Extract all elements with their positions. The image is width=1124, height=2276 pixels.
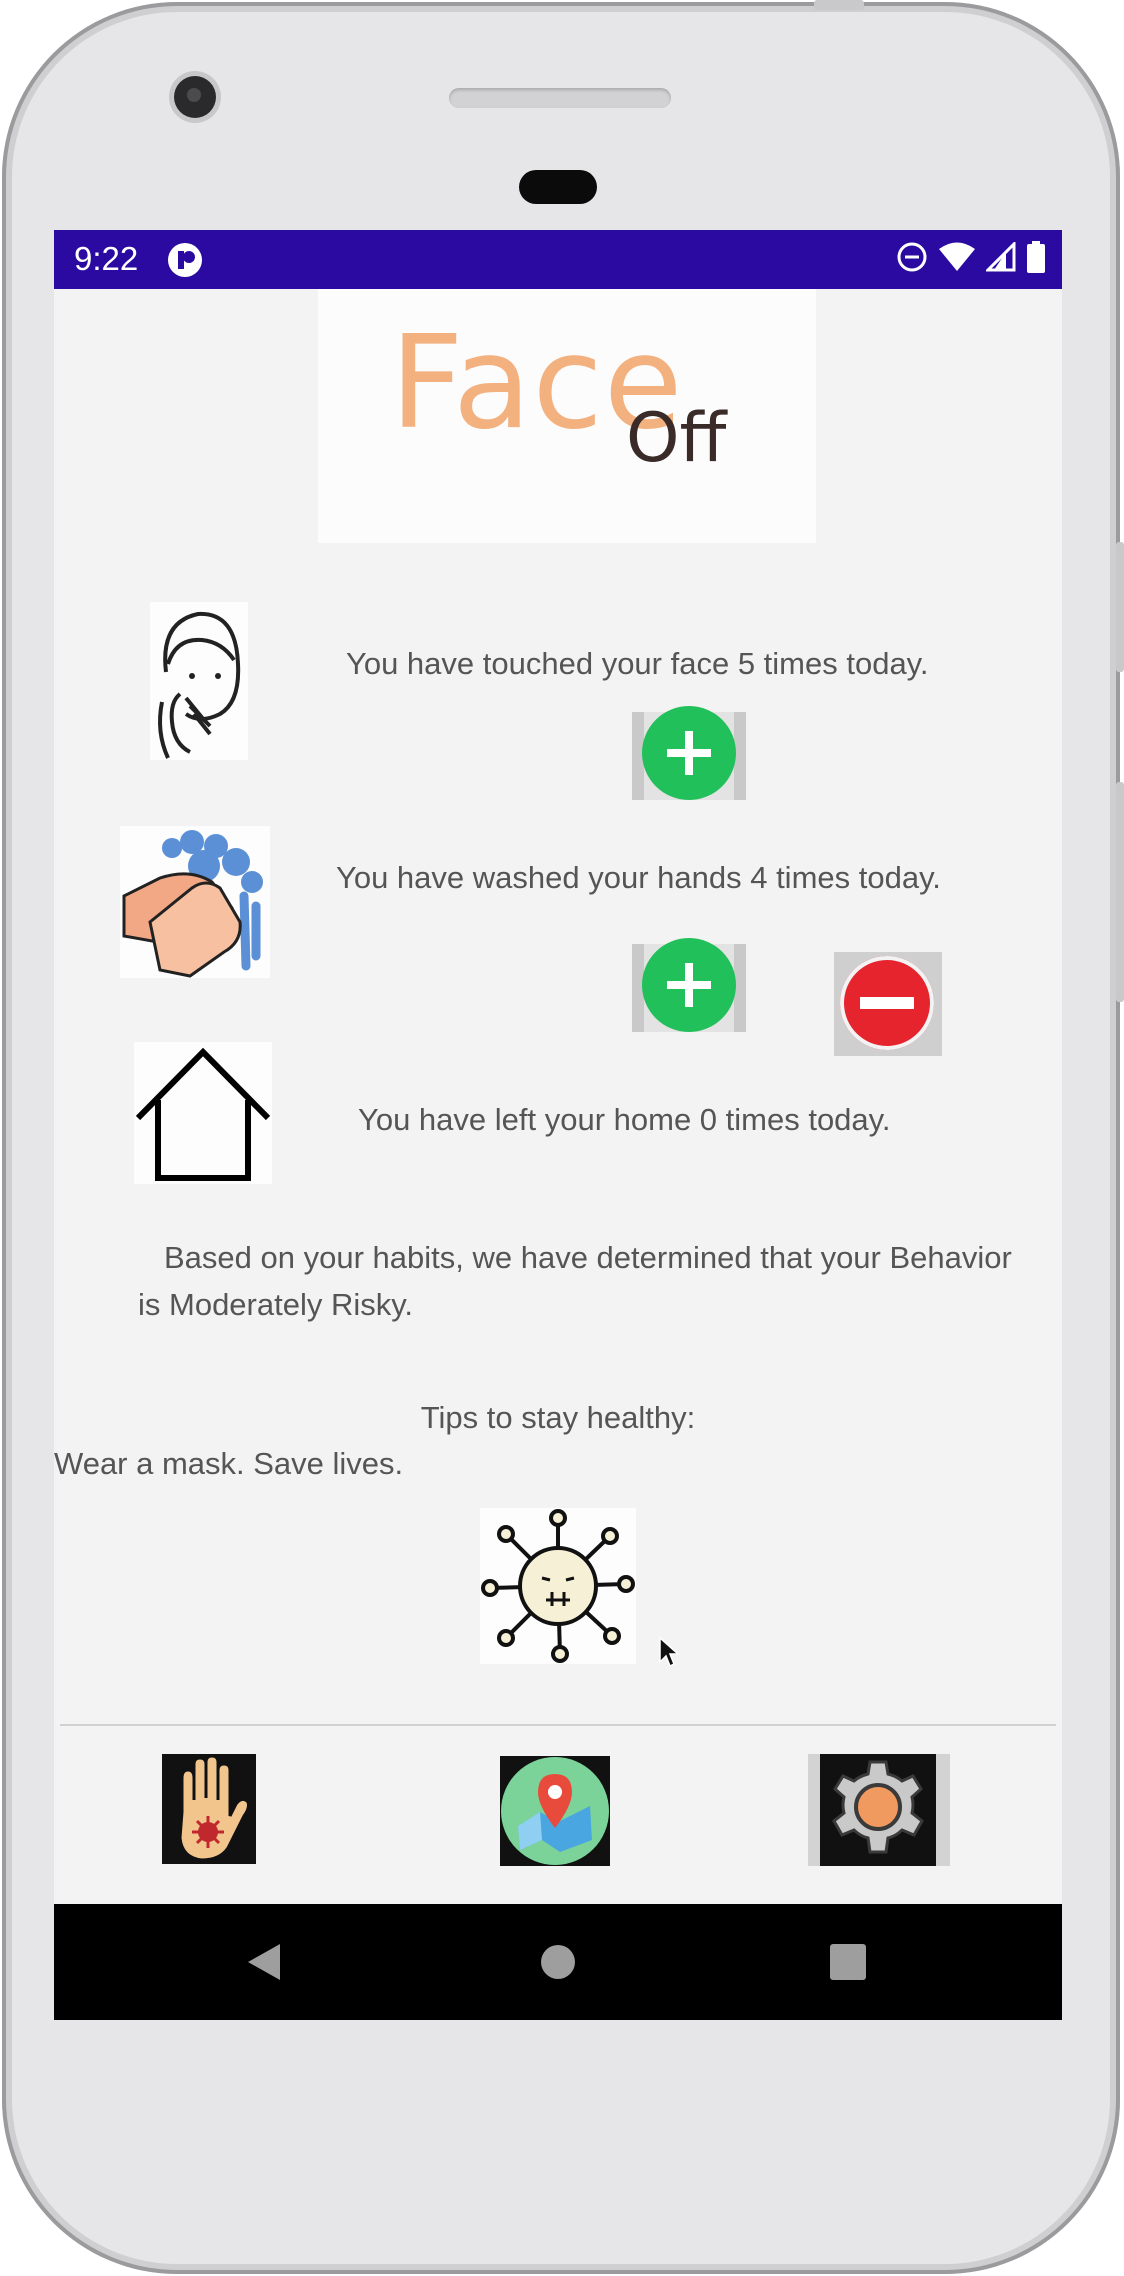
gear-icon [832,1760,924,1854]
add-hand-wash-button[interactable] [632,938,746,1032]
cell-signal-icon [986,242,1016,272]
phone-frame: 9:22 Face Off You have touched your face… [2,0,1124,2274]
nav-map-button[interactable] [500,1756,610,1866]
hand-wash-text: You have washed your hands 4 times today… [336,860,941,895]
wifi-icon [939,242,975,271]
nav-settings-button[interactable] [808,1754,950,1866]
remove-hand-wash-button[interactable] [834,952,942,1056]
earpiece-speaker [449,88,671,108]
plus-icon [642,938,736,1032]
front-camera [174,76,216,118]
home-icon [134,1042,272,1184]
system-navigation-bar [54,1904,1062,2020]
app-notification-icon [168,243,202,277]
hand-virus-icon [178,1754,250,1862]
battery-icon [1027,241,1045,273]
recents-icon[interactable] [830,1944,866,1980]
hand-wash-icon [120,826,270,978]
power-button [1116,542,1124,672]
status-bar: 9:22 [54,230,1062,289]
logo-off-text: Off [626,399,727,478]
status-icons [896,241,1046,273]
risk-summary: Based on your habits, we have determined… [138,1234,1018,1328]
do-not-disturb-icon [897,242,927,272]
plus-icon [642,706,736,800]
mouse-cursor-icon [659,1636,680,1668]
home-nav-icon[interactable] [540,1944,576,1980]
tips-body: Wear a mask. Save lives. [54,1446,404,1481]
back-icon[interactable] [246,1942,282,1982]
map-icon [501,1757,609,1865]
left-home-text: You have left your home 0 times today. [358,1102,891,1137]
virus-icon [480,1508,636,1664]
app-logo: Face Off [318,289,816,543]
face-touch-icon [150,602,248,760]
proximity-sensor [519,170,597,204]
power-button-top [814,0,864,10]
risk-summary-text: Based on your habits, we have determined… [138,1240,1012,1322]
tips-title: Tips to stay healthy: [420,1400,696,1435]
app-screen: 9:22 Face Off You have touched your face… [54,230,1062,2020]
add-face-touch-button[interactable] [632,706,746,800]
bottom-divider [60,1724,1056,1726]
nav-hand-button[interactable] [162,1754,256,1864]
volume-rocker [1116,782,1124,1002]
minus-icon [840,956,934,1050]
face-touch-text: You have touched your face 5 times today… [346,646,929,681]
status-time: 9:22 [74,240,139,277]
